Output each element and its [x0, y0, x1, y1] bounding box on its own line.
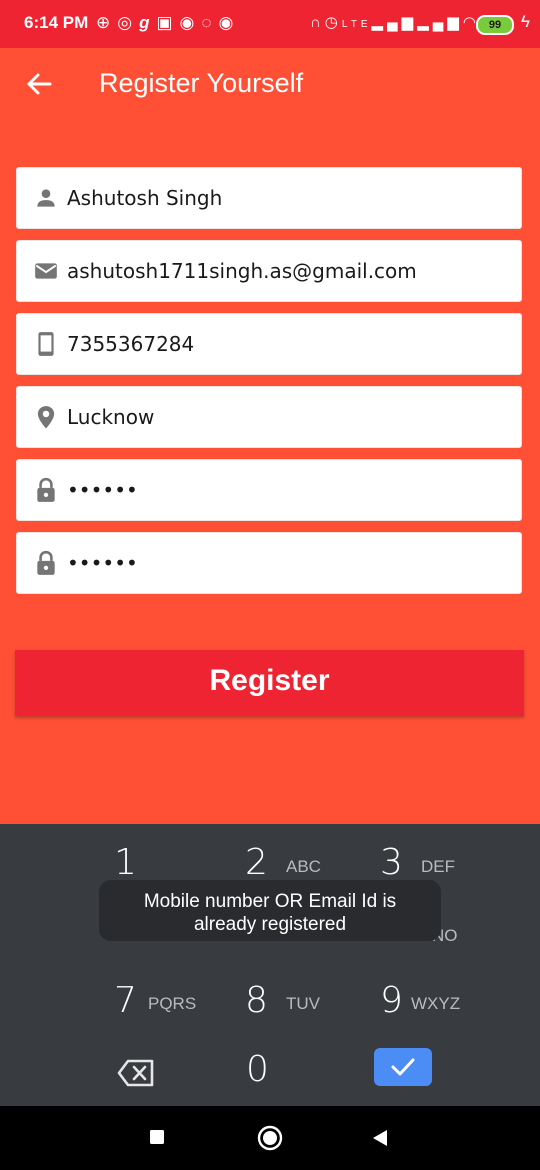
backspace-icon[interactable]: [117, 1059, 155, 1087]
key-1[interactable]: 1: [114, 842, 137, 883]
volte-icon: LTE: [341, 19, 372, 30]
toast-message: Mobile number OR Email Id is already reg…: [99, 880, 441, 941]
back-arrow-icon[interactable]: [22, 64, 56, 104]
done-key[interactable]: [374, 1048, 432, 1086]
home-icon[interactable]: [256, 1124, 284, 1152]
phone-icon: [38, 332, 54, 356]
key-digit: 1: [114, 842, 137, 883]
key-digit: 2: [245, 842, 268, 883]
city-input[interactable]: [67, 387, 507, 447]
g-icon: g: [139, 13, 157, 32]
key-letters: WXYZ: [411, 994, 461, 1013]
numeric-keyboard: [0, 824, 540, 1106]
confirm-password-field[interactable]: [16, 532, 522, 594]
key-digit: 8: [245, 980, 268, 1021]
app-icon: ▣: [156, 13, 180, 32]
mail-icon: [35, 263, 57, 279]
key-8[interactable]: 8 TUV: [245, 980, 320, 1021]
key-digit: 0: [246, 1049, 269, 1090]
key-9[interactable]: 9 WXYZ: [380, 980, 460, 1021]
key-letters: ABC: [286, 857, 321, 876]
key-digit: 3: [380, 842, 403, 883]
circle-icon: ◉: [218, 13, 241, 32]
instagram-icon: ◎: [117, 13, 140, 32]
register-button[interactable]: Register: [15, 650, 524, 716]
charging-icon: ϟ: [521, 12, 530, 31]
key-letters: PQRS: [148, 994, 197, 1013]
system-icons: ∩◷LTE▂▄▆▂▄▆◠: [310, 13, 480, 31]
app-bar: Register Yourself: [0, 48, 540, 123]
key-letters: DEF: [421, 857, 455, 876]
key-digit: 7: [114, 980, 137, 1021]
lock-icon: [37, 550, 55, 575]
key-letters: TUV: [286, 994, 320, 1013]
name-input[interactable]: [67, 168, 507, 228]
name-field[interactable]: [16, 167, 522, 229]
toast-line-2: already registered: [193, 914, 347, 935]
toast-line-1: Mobile number OR Email Id is: [143, 891, 397, 912]
status-time: 6:14 PM: [24, 13, 89, 32]
phone-field[interactable]: [16, 313, 522, 375]
key-digit: 9: [380, 980, 403, 1021]
email-field[interactable]: [16, 240, 522, 302]
city-field[interactable]: [16, 386, 522, 448]
key-7[interactable]: 7 PQRS: [114, 980, 196, 1021]
lock-icon: [37, 477, 55, 502]
key-2[interactable]: 2 ABC: [245, 842, 321, 883]
page-title: Register Yourself: [99, 68, 304, 98]
navigation-bar: [0, 1106, 540, 1170]
news-icon: ◉: [179, 13, 202, 32]
checkmark-icon: [391, 1058, 415, 1076]
signal-icon: ▂▄▆: [371, 14, 418, 31]
recents-icon[interactable]: [149, 1129, 165, 1145]
confirm-password-input[interactable]: [67, 533, 507, 593]
location-pin-icon: [37, 406, 55, 429]
back-icon[interactable]: [371, 1129, 389, 1147]
status-bar: 6:14 PM ⊕◎g▣◉◌◉ ∩◷LTE▂▄▆▂▄▆◠ 99 ϟ: [0, 0, 540, 48]
headset-icon: ∩: [310, 14, 325, 31]
password-input[interactable]: [67, 460, 507, 520]
person-icon: [37, 189, 55, 207]
password-field[interactable]: [16, 459, 522, 521]
alarm-icon: ◷: [324, 14, 342, 31]
email-input[interactable]: [67, 241, 507, 301]
game-icon: ⊕: [96, 13, 118, 32]
key-0[interactable]: 0: [246, 1049, 269, 1090]
phone-input[interactable]: [67, 314, 507, 374]
key-3[interactable]: 3 DEF: [380, 842, 455, 883]
whatsapp-icon: ◌: [201, 13, 219, 32]
battery-icon: 99: [476, 15, 514, 35]
signal-icon: ▂▄▆: [417, 14, 463, 31]
notification-icons: ⊕◎g▣◉◌◉: [96, 13, 240, 33]
